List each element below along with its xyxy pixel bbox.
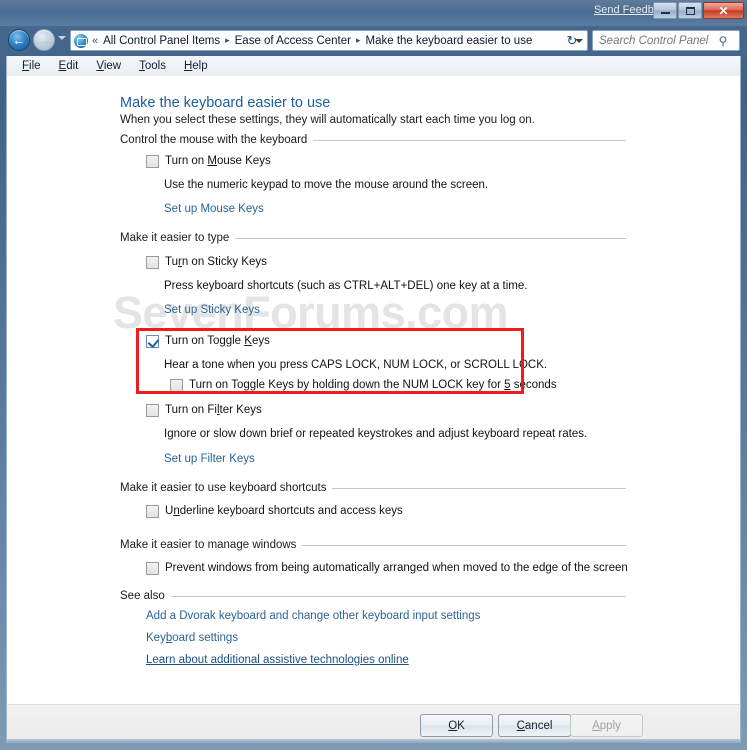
- group-header-make-it-easier-to-type: Make it easier to type: [120, 232, 626, 244]
- ok-button[interactable]: OK: [420, 714, 493, 737]
- menu-item-file[interactable]: File: [13, 58, 50, 74]
- checkbox-label-underline-keyboard-shortcuts: Underline keyboard shortcuts and access …: [165, 505, 403, 517]
- checkbox-row-prevent-windows-arranged[interactable]: Prevent windows from being automatically…: [146, 562, 628, 575]
- settings-content-panel: SevenForums.com Make the keyboard easier…: [6, 76, 741, 704]
- close-icon: ✕: [718, 3, 729, 18]
- search-box[interactable]: ⚲: [592, 30, 740, 51]
- maximize-button[interactable]: [678, 2, 702, 19]
- link-add-dvorak-keyboard[interactable]: Add a Dvorak keyboard and change other k…: [146, 610, 480, 622]
- link-set-up-filter-keys[interactable]: Set up Filter Keys: [164, 453, 255, 465]
- menu-item-tools[interactable]: Tools: [130, 58, 175, 74]
- control-panel-window: Send Feedback ✕ ← → « All Control Panel …: [0, 0, 747, 750]
- back-button[interactable]: ←: [8, 29, 30, 51]
- checkbox-row-turn-on-filter-keys[interactable]: Turn on Filter Keys: [146, 404, 262, 417]
- breadcrumb-item-all-control-panel-items[interactable]: All Control Panel Items: [101, 34, 222, 48]
- menu-bar: File Edit View Tools Help: [6, 56, 741, 76]
- checkbox-label-turn-on-mouse-keys: Turn on Mouse Keys: [165, 155, 271, 167]
- breadcrumb-separator-icon[interactable]: ▸: [225, 35, 230, 46]
- checkbox-row-turn-on-sticky-keys[interactable]: Turn on Sticky Keys: [146, 256, 267, 269]
- checkbox-turn-on-toggle-keys[interactable]: [146, 335, 159, 348]
- group-header-manage-windows: Make it easier to manage windows: [120, 539, 626, 551]
- minimize-button[interactable]: [653, 2, 677, 19]
- forward-button[interactable]: →: [33, 29, 55, 51]
- checkbox-turn-on-mouse-keys[interactable]: [146, 155, 159, 168]
- link-set-up-sticky-keys[interactable]: Set up Sticky Keys: [164, 304, 260, 316]
- search-icon[interactable]: ⚲: [713, 31, 733, 50]
- description-sticky-keys: Press keyboard shortcuts (such as CTRL+A…: [164, 280, 528, 292]
- checkbox-label-turn-on-filter-keys: Turn on Filter Keys: [165, 404, 262, 416]
- checkbox-label-toggle-keys-num-lock-hold: Turn on Toggle Keys by holding down the …: [189, 379, 557, 391]
- checkbox-row-turn-on-mouse-keys[interactable]: Turn on Mouse Keys: [146, 155, 271, 168]
- checkbox-turn-on-filter-keys[interactable]: [146, 404, 159, 417]
- checkbox-toggle-keys-num-lock-hold[interactable]: [170, 379, 183, 392]
- control-panel-icon: [74, 33, 88, 48]
- link-learn-about-assistive-technologies[interactable]: Learn about additional assistive technol…: [146, 654, 409, 666]
- apply-button: Apply: [570, 714, 643, 737]
- title-bar: Send Feedback ✕: [0, 0, 747, 26]
- checkbox-turn-on-sticky-keys[interactable]: [146, 256, 159, 269]
- page-subtitle: When you select these settings, they wil…: [120, 114, 535, 126]
- maximize-icon: [685, 6, 695, 15]
- minimize-icon: [660, 12, 670, 14]
- link-set-up-mouse-keys[interactable]: Set up Mouse Keys: [164, 203, 264, 215]
- checkbox-row-turn-on-toggle-keys[interactable]: Turn on Toggle Keys: [146, 335, 270, 348]
- checkbox-row-underline-keyboard-shortcuts[interactable]: Underline keyboard shortcuts and access …: [146, 505, 403, 518]
- group-header-control-mouse-with-keyboard: Control the mouse with the keyboard: [120, 134, 626, 146]
- recent-pages-chevron-down-icon[interactable]: [58, 36, 66, 40]
- breadcrumb-item-ease-of-access-center[interactable]: Ease of Access Center: [233, 34, 353, 48]
- checkbox-label-turn-on-toggle-keys: Turn on Toggle Keys: [165, 335, 270, 347]
- forward-arrow-icon: →: [37, 32, 51, 48]
- search-input[interactable]: [593, 32, 713, 49]
- group-header-see-also: See also: [120, 590, 626, 602]
- checkbox-label-turn-on-sticky-keys: Turn on Sticky Keys: [165, 256, 267, 268]
- description-filter-keys: Ignore or slow down brief or repeated ke…: [164, 428, 588, 440]
- window-controls: ✕: [653, 2, 744, 19]
- breadcrumb-separator-icon[interactable]: ▸: [356, 35, 361, 46]
- breadcrumb-item-make-the-keyboard-easier-to-use: Make the keyboard easier to use: [365, 34, 533, 47]
- dialog-button-bar: OK Cancel Apply: [6, 704, 741, 739]
- address-bar[interactable]: « All Control Panel Items ▸ Ease of Acce…: [70, 30, 588, 51]
- group-header-keyboard-shortcuts: Make it easier to use keyboard shortcuts: [120, 482, 626, 494]
- group-divider: [302, 544, 626, 546]
- group-divider: [313, 139, 626, 141]
- refresh-button[interactable]: ↻: [560, 30, 584, 51]
- description-toggle-keys: Hear a tone when you press CAPS LOCK, NU…: [164, 359, 548, 371]
- checkbox-label-prevent-windows-arranged: Prevent windows from being automatically…: [165, 562, 628, 574]
- checkbox-underline-keyboard-shortcuts[interactable]: [146, 505, 159, 518]
- checkbox-prevent-windows-arranged[interactable]: [146, 562, 159, 575]
- navigation-bar: ← → « All Control Panel Items ▸ Ease of …: [0, 26, 747, 54]
- back-arrow-icon: ←: [12, 32, 26, 48]
- menu-item-help[interactable]: Help: [175, 58, 217, 74]
- description-mouse-keys: Use the numeric keypad to move the mouse…: [164, 179, 489, 191]
- refresh-icon: ↻: [566, 32, 578, 48]
- group-divider: [170, 595, 626, 597]
- breadcrumb-overflow-icon[interactable]: «: [92, 35, 98, 47]
- menu-item-view[interactable]: View: [87, 58, 130, 74]
- menu-item-edit[interactable]: Edit: [50, 58, 88, 74]
- cancel-button[interactable]: Cancel: [498, 714, 571, 737]
- checkbox-row-toggle-keys-num-lock-hold[interactable]: Turn on Toggle Keys by holding down the …: [170, 379, 557, 392]
- close-button[interactable]: ✕: [703, 2, 744, 19]
- link-keyboard-settings[interactable]: Keyboard settings: [146, 632, 238, 644]
- window-bottom-edge: [6, 739, 741, 743]
- group-divider: [332, 487, 626, 489]
- group-divider: [235, 237, 626, 239]
- page-title: Make the keyboard easier to use: [120, 95, 331, 111]
